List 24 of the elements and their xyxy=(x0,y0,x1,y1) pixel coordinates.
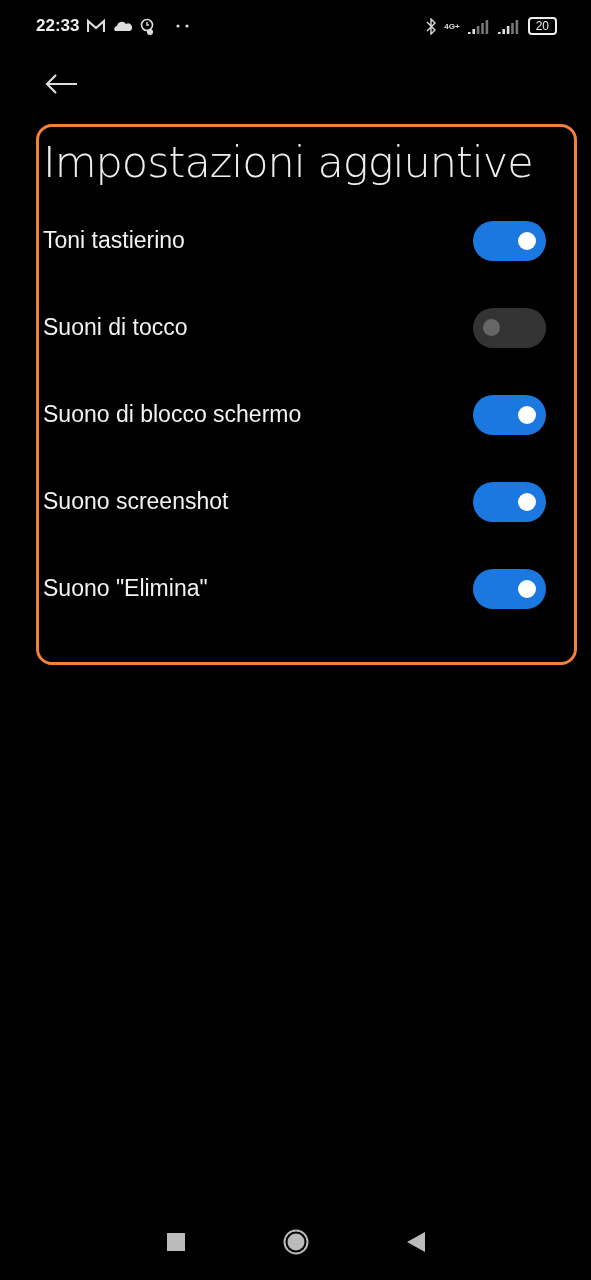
setting-label: Suoni di tocco xyxy=(43,314,188,341)
cloud-icon xyxy=(113,21,133,31)
battery-level: 20 xyxy=(527,17,557,35)
signal-icon xyxy=(497,18,520,34)
setting-label: Toni tastierino xyxy=(43,227,185,254)
signal-icon xyxy=(467,18,490,34)
status-time: 22:33 xyxy=(36,16,80,36)
toggle-switch[interactable] xyxy=(473,394,546,435)
setting-label: Suono "Elimina" xyxy=(43,575,208,602)
back-icon[interactable] xyxy=(406,1232,425,1252)
toggle-switch[interactable] xyxy=(473,481,546,522)
more-dots-icon xyxy=(176,24,191,28)
home-icon[interactable] xyxy=(282,1229,309,1255)
alarm-icon xyxy=(140,17,155,35)
toggle-switch[interactable] xyxy=(473,307,546,348)
setting-label: Suono screenshot xyxy=(43,488,229,515)
toggle-switch[interactable] xyxy=(473,568,546,609)
setting-label: Suono di blocco schermo xyxy=(43,401,302,428)
toggle-switch[interactable] xyxy=(473,220,546,261)
bluetooth-icon xyxy=(426,17,437,35)
recents-icon[interactable] xyxy=(166,1233,185,1251)
network-type: 4G+ xyxy=(444,21,460,31)
mail-icon xyxy=(87,19,106,33)
page-title: Impostazioni aggiuntive xyxy=(43,137,534,187)
